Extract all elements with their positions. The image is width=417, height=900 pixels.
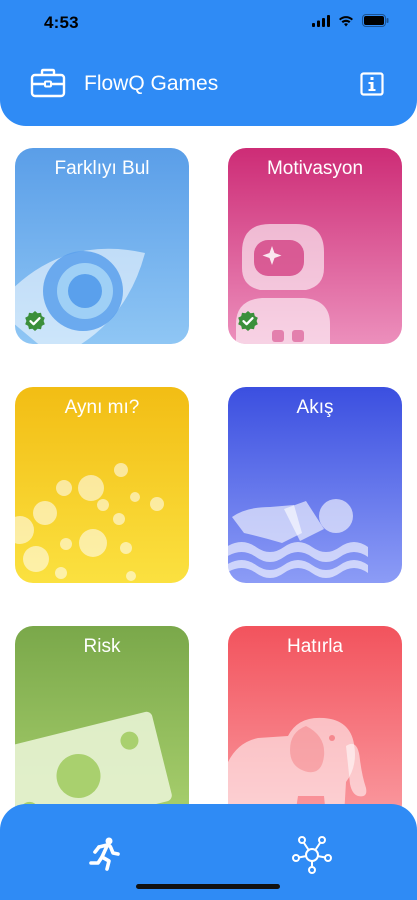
tab-games[interactable]: [80, 830, 128, 878]
game-card-farkliyi-bul[interactable]: Farklıyı Bul: [15, 148, 189, 344]
signal-icon: [312, 14, 330, 27]
check-badge-icon: [25, 311, 45, 331]
game-card-label: Hatırla: [287, 636, 343, 657]
briefcase-icon[interactable]: [30, 68, 66, 103]
game-card-label: Aynı mı?: [64, 397, 140, 418]
game-card-label: Motivasyon: [266, 158, 364, 179]
wifi-icon: [339, 15, 353, 26]
game-card-label: Akış: [296, 397, 334, 418]
status-bar: 4:53: [0, 0, 417, 36]
game-card-motivasyon[interactable]: Motivasyon: [228, 148, 402, 344]
info-icon: [360, 72, 384, 96]
battery-icon: [362, 14, 389, 27]
page-title: FlowQ Games: [84, 72, 219, 95]
game-card-label: Risk: [83, 636, 121, 657]
game-card-ayni-mi[interactable]: Aynı mı?: [15, 387, 189, 583]
tab-network[interactable]: [288, 830, 336, 878]
game-card-hatirla[interactable]: Hatırla: [228, 626, 402, 822]
status-icons: [312, 14, 389, 27]
check-badge-icon: [238, 311, 258, 331]
game-card-risk[interactable]: Risk: [15, 626, 189, 822]
info-button[interactable]: [360, 72, 384, 101]
game-card-label: Farklıyı Bul: [54, 158, 150, 179]
status-time: 4:53: [44, 13, 79, 32]
running-person-icon: [89, 837, 120, 871]
home-indicator[interactable]: [136, 884, 280, 889]
game-card-akis[interactable]: Akış: [228, 387, 402, 583]
network-hub-icon: [292, 836, 332, 874]
